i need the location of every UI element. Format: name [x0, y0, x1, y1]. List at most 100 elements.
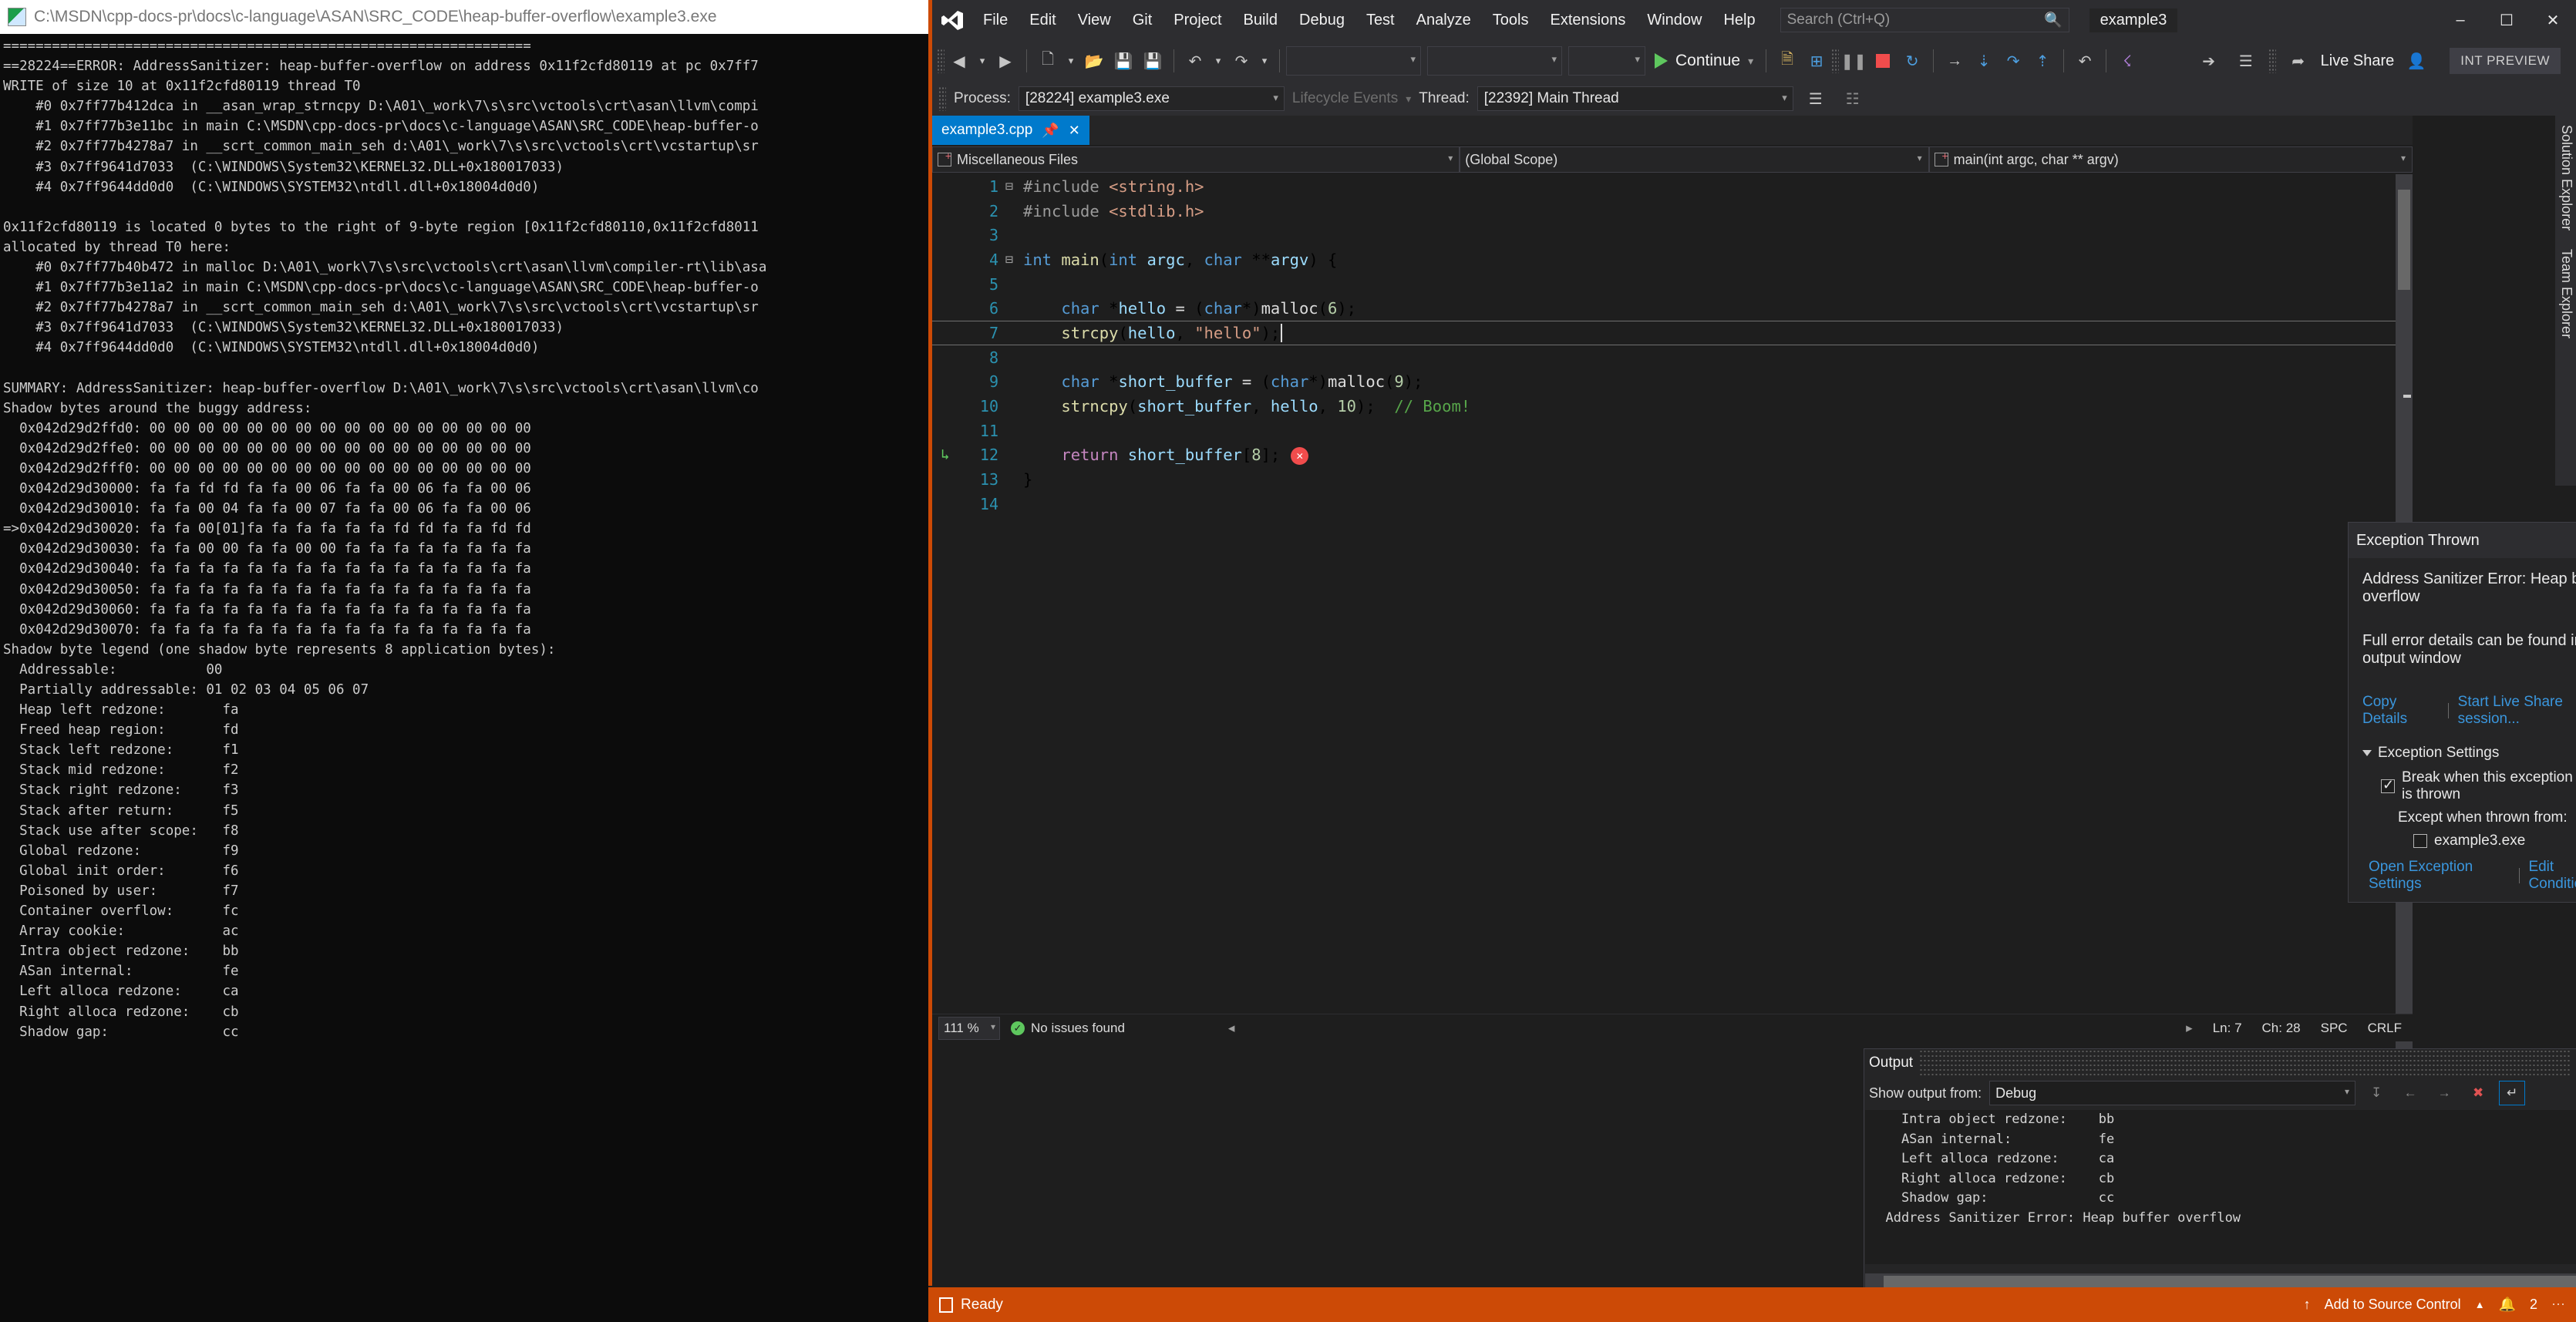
live-share-label[interactable]: Live Share — [2321, 52, 2395, 70]
menu-view[interactable]: View — [1067, 0, 1122, 40]
project-combo[interactable]: Miscellaneous Files — [932, 146, 1460, 173]
module-exclusion-checkbox[interactable] — [2413, 834, 2427, 848]
navigate-back-icon[interactable]: ◀ — [945, 45, 974, 76]
list-icon[interactable]: ☰ — [2231, 45, 2261, 76]
continue-button[interactable]: Continue ▾ — [1645, 45, 1759, 77]
fold-toggle-icon[interactable]: ⊟ — [998, 179, 1020, 194]
module-exclusion-row[interactable]: example3.exe — [2413, 833, 2576, 849]
menu-tools[interactable]: Tools — [1482, 0, 1540, 40]
toolbar-grip-2[interactable] — [1831, 49, 1840, 73]
redo-dropdown-icon[interactable]: ▾ — [1256, 45, 1273, 76]
go-to-previous-icon[interactable]: ← — [2397, 1081, 2423, 1105]
code-line-2[interactable]: 2 #include <stdlib.h> — [932, 199, 2413, 224]
output-source-combo[interactable]: Debug — [1989, 1081, 2356, 1105]
panel-drag-dots[interactable] — [1919, 1049, 2571, 1077]
undo-icon[interactable]: ↶ — [1180, 45, 1210, 76]
menu-window[interactable]: Window — [1636, 0, 1712, 40]
open-exception-settings-link[interactable]: Open Exception Settings — [2369, 859, 2510, 893]
rollback-icon[interactable]: ↶ — [2070, 45, 2100, 76]
minimize-icon[interactable]: – — [2437, 0, 2483, 40]
close-icon[interactable]: ✕ — [2530, 0, 2576, 40]
save-icon[interactable]: 💾 — [1109, 45, 1138, 76]
find-message-icon[interactable]: ↧ — [2363, 1081, 2389, 1105]
expand-icon[interactable]: ▸ — [2186, 1021, 2193, 1036]
step-over-icon[interactable]: → — [1940, 45, 1969, 76]
menu-project[interactable]: Project — [1163, 0, 1232, 40]
close-icon[interactable]: ✕ — [1069, 123, 1080, 139]
code-editor[interactable]: 1 ⊟ #include <string.h> 2 #include <stdl… — [932, 174, 2413, 1081]
procbar-grip[interactable] — [938, 86, 946, 111]
code-line-14[interactable]: 14 — [932, 492, 2413, 516]
go-to-next-icon[interactable]: → — [2431, 1081, 2457, 1105]
menu-debug[interactable]: Debug — [1288, 0, 1355, 40]
continue-dropdown-icon[interactable]: ▾ — [1748, 55, 1753, 68]
search-input[interactable]: Search (Ctrl+Q) 🔍 — [1780, 8, 2069, 32]
edit-conditions-link[interactable]: Edit Conditions — [2528, 859, 2576, 893]
menu-edit[interactable]: Edit — [1019, 0, 1066, 40]
process-combo[interactable]: [28224] example3.exe — [1018, 86, 1285, 111]
menu-build[interactable]: Build — [1233, 0, 1288, 40]
menu-help[interactable]: Help — [1712, 0, 1766, 40]
menu-extensions[interactable]: Extensions — [1539, 0, 1636, 40]
redo-icon[interactable]: ↷ — [1227, 45, 1256, 76]
sidebar-item-solution-explorer[interactable]: Solution Explorer — [2555, 116, 2576, 240]
undo-dropdown-icon[interactable]: ▾ — [1210, 45, 1227, 76]
collapse-icon[interactable]: ◂ — [1228, 1021, 1235, 1036]
issues-indicator[interactable]: ✓ No issues found — [1011, 1021, 1125, 1036]
code-line-1[interactable]: 1 ⊟ #include <string.h> — [932, 174, 2413, 199]
share-user-icon[interactable]: 👤 — [2402, 45, 2431, 76]
editor-tab-example3-cpp[interactable]: example3.cpp 📌 ✕ — [932, 116, 1089, 145]
step-into-icon[interactable]: ⇣ — [1969, 45, 1999, 76]
break-on-exception-row[interactable]: Break when this exception type is thrown — [2381, 769, 2576, 803]
toolbar-grip[interactable] — [937, 49, 945, 73]
solution-config-combo[interactable] — [1286, 46, 1421, 76]
pause-icon[interactable]: ❚❚ — [1839, 45, 1868, 76]
copy-details-link[interactable]: Copy Details — [2362, 694, 2439, 728]
pin-icon[interactable]: 📌 — [1042, 123, 1059, 139]
code-line-10[interactable]: 10 strncpy(short_buffer, hello, 10); // … — [932, 394, 2413, 419]
show-next-statement-icon[interactable]: 🗎 — [1773, 45, 1802, 76]
resize-grip-icon[interactable]: ⋯ — [2551, 1297, 2565, 1313]
code-line-13[interactable]: 13 } — [932, 467, 2413, 492]
add-to-source-control-button[interactable]: Add to Source Control — [2325, 1297, 2461, 1313]
bell-icon[interactable]: 🔔 — [2499, 1297, 2516, 1313]
new-item-icon[interactable]: 🗋 — [1033, 45, 1062, 76]
menu-git[interactable]: Git — [1122, 0, 1163, 40]
word-wrap-icon[interactable]: ↵ — [2499, 1081, 2526, 1105]
chevron-up-icon[interactable]: ▲ — [2475, 1299, 2485, 1310]
solution-platform-combo[interactable] — [1427, 46, 1562, 76]
code-line-8[interactable]: 8 — [932, 345, 2413, 370]
code-line-5[interactable]: 5 — [932, 272, 2413, 297]
new-item-dropdown-icon[interactable]: ▾ — [1062, 45, 1079, 76]
menu-file[interactable]: File — [972, 0, 1019, 40]
clear-all-icon[interactable]: ✖ — [2465, 1081, 2491, 1105]
live-share-icon[interactable]: ➦ — [2284, 45, 2313, 76]
fold-toggle-icon[interactable]: ⊟ — [998, 252, 1020, 267]
thread-combo[interactable]: [22392] Main Thread — [1477, 86, 1793, 111]
code-line-7[interactable]: 7 strcpy(hello, "hello"); — [932, 321, 2413, 345]
navigate-forward-icon[interactable]: ▶ — [991, 45, 1020, 76]
code-line-6[interactable]: 6 char *hello = (char*)malloc(6); — [932, 296, 2413, 321]
code-line-9[interactable]: 9 char *short_buffer = (char*)malloc(9); — [932, 370, 2413, 395]
sidebar-item-team-explorer[interactable]: Team Explorer — [2555, 240, 2576, 348]
zoom-level-combo[interactable]: 111 % — [938, 1016, 1000, 1040]
step-out-icon[interactable]: ⇡ — [2028, 45, 2057, 76]
stop-icon[interactable] — [1868, 45, 1897, 76]
restart-icon[interactable]: ↻ — [1897, 45, 1927, 76]
menu-test[interactable]: Test — [1355, 0, 1406, 40]
exception-settings-header[interactable]: Exception Settings — [2362, 745, 2576, 762]
pointer-icon[interactable]: ➔ — [2194, 45, 2224, 76]
code-line-3[interactable]: 3 — [932, 223, 2413, 247]
code-line-4[interactable]: 4 ⊟ int main(int argc, char **argv) { — [932, 247, 2413, 272]
save-all-icon[interactable]: 💾 — [1138, 45, 1167, 76]
break-on-exception-checkbox[interactable] — [2381, 777, 2395, 793]
scope-combo[interactable]: (Global Scope) — [1460, 146, 1929, 173]
stack-frame-icon[interactable]: ☰ — [1801, 83, 1830, 114]
menu-analyze[interactable]: Analyze — [1406, 0, 1482, 40]
code-line-12[interactable]: ↳ 12 return short_buffer[8]; ✕ — [932, 443, 2413, 468]
debug-target-combo[interactable] — [1568, 46, 1645, 76]
navigate-back-dropdown-icon[interactable]: ▾ — [974, 45, 991, 76]
scrollbar-thumb[interactable] — [1884, 1276, 2576, 1287]
maximize-icon[interactable]: ☐ — [2483, 0, 2530, 40]
threads-icon[interactable]: ☇ — [2113, 45, 2142, 76]
